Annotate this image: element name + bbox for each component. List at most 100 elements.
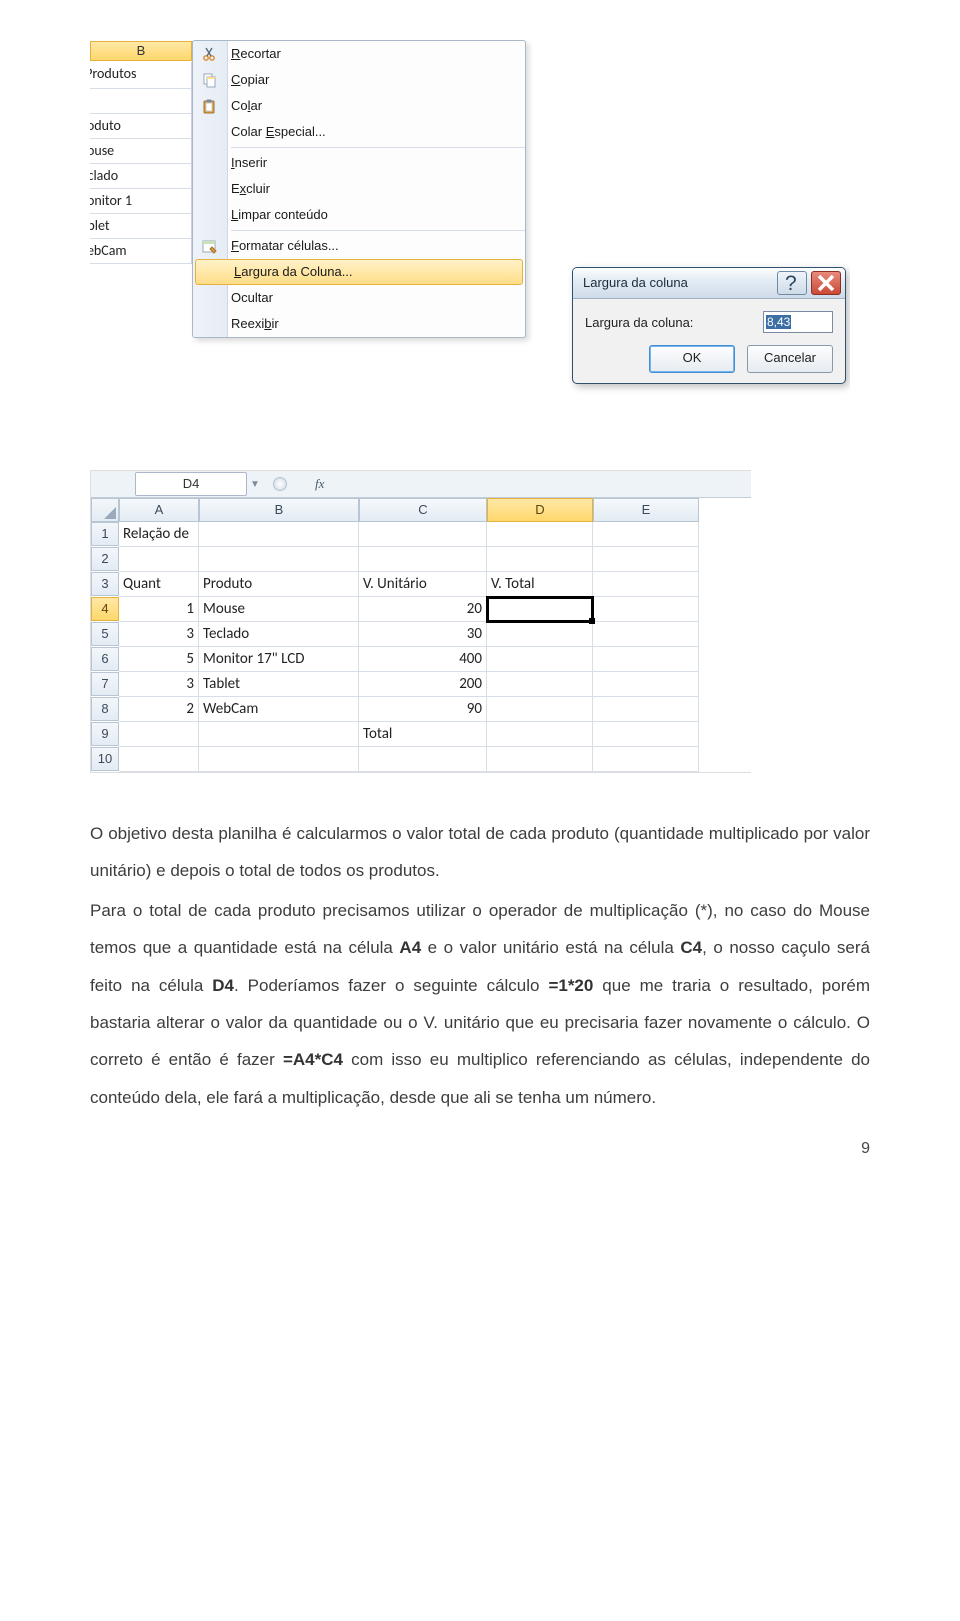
cell[interactable]: Produto (90, 114, 191, 139)
menu-item-label: Excluir (225, 176, 525, 202)
cell[interactable] (487, 647, 593, 672)
menu-item[interactable]: Colar Especial... (193, 119, 525, 145)
column-header[interactable]: D (487, 498, 593, 522)
cell[interactable]: 20 (359, 597, 487, 622)
cell[interactable]: 200 (359, 672, 487, 697)
cell[interactable] (199, 522, 359, 547)
cell[interactable] (359, 747, 487, 772)
fx-icon[interactable]: fx (315, 476, 324, 492)
menu-item[interactable]: Recortar (193, 41, 525, 67)
body-text: O objetivo desta planilha é calcularmos … (90, 815, 870, 1116)
menu-item[interactable]: Ocultar (193, 285, 525, 311)
menu-item[interactable]: Largura da Coluna... (195, 259, 523, 285)
cell[interactable] (593, 522, 699, 547)
cell[interactable]: e Produtos (90, 62, 191, 89)
menu-item[interactable]: Excluir (193, 176, 525, 202)
cell[interactable] (487, 622, 593, 647)
cell[interactable] (487, 747, 593, 772)
cell[interactable] (593, 747, 699, 772)
cell[interactable] (593, 647, 699, 672)
cell[interactable]: V. Total (487, 572, 593, 597)
cell[interactable]: 3 (119, 622, 199, 647)
cell[interactable]: 1 (119, 597, 199, 622)
cell[interactable]: Monitor 17" LCD (199, 647, 359, 672)
menu-item[interactable]: Inserir (193, 150, 525, 176)
cell[interactable]: Produto (199, 572, 359, 597)
menu-item-label: Reexibir (225, 311, 525, 337)
cell[interactable] (487, 672, 593, 697)
cell[interactable]: 5 (119, 647, 199, 672)
cell[interactable] (359, 547, 487, 572)
row-header[interactable]: 5 (91, 622, 119, 646)
menu-item[interactable]: Copiar (193, 67, 525, 93)
cell[interactable]: 3 (119, 672, 199, 697)
cancel-button[interactable]: Cancelar (747, 345, 833, 373)
cell[interactable]: Mouse (199, 597, 359, 622)
row-header[interactable]: 4 (91, 597, 119, 621)
cell[interactable]: 400 (359, 647, 487, 672)
cell[interactable]: Monitor 1 (90, 189, 191, 214)
cell[interactable] (593, 622, 699, 647)
cell[interactable] (593, 547, 699, 572)
menu-item-label: Colar (225, 93, 525, 119)
column-header[interactable]: B (199, 498, 359, 522)
cell[interactable]: Mouse (90, 139, 191, 164)
cell[interactable]: 2 (119, 697, 199, 722)
name-box-dropdown-icon[interactable]: ▼ (247, 479, 263, 490)
cell[interactable] (487, 597, 593, 622)
cell[interactable] (487, 522, 593, 547)
row-header[interactable]: 1 (91, 522, 119, 546)
cell[interactable] (119, 547, 199, 572)
menu-separator (231, 147, 525, 148)
cell[interactable]: Relação de Produtos (119, 522, 199, 547)
name-box[interactable]: D4 (135, 472, 247, 496)
cell[interactable] (119, 722, 199, 747)
cell[interactable]: Total (359, 722, 487, 747)
close-button[interactable] (811, 271, 841, 295)
row-header[interactable]: 6 (91, 647, 119, 671)
cell[interactable] (199, 722, 359, 747)
cell[interactable] (593, 672, 699, 697)
cell[interactable] (359, 522, 487, 547)
cell[interactable] (487, 722, 593, 747)
cell[interactable] (90, 89, 191, 114)
column-header[interactable]: B (90, 41, 192, 61)
cell[interactable] (199, 747, 359, 772)
cell[interactable] (199, 547, 359, 572)
column-header[interactable]: E (593, 498, 699, 522)
row-header[interactable]: 7 (91, 672, 119, 696)
cell[interactable]: V. Unitário (359, 572, 487, 597)
column-header[interactable]: C (359, 498, 487, 522)
help-button[interactable]: ? (777, 271, 807, 295)
cell[interactable] (487, 697, 593, 722)
row-header[interactable]: 3 (91, 572, 119, 596)
row-header[interactable]: 9 (91, 722, 119, 746)
cell[interactable]: WebCam (199, 697, 359, 722)
menu-item[interactable]: Reexibir (193, 311, 525, 337)
row-header[interactable]: 10 (91, 747, 119, 771)
column-width-input[interactable]: 8,43 (763, 311, 833, 333)
menu-item[interactable]: Formatar células... (193, 233, 525, 259)
cell[interactable] (593, 572, 699, 597)
column-header[interactable]: A (119, 498, 199, 522)
select-all-corner[interactable] (91, 498, 119, 522)
cell[interactable] (487, 547, 593, 572)
cell[interactable]: Tablet (199, 672, 359, 697)
cell[interactable]: 30 (359, 622, 487, 647)
row-header[interactable]: 8 (91, 697, 119, 721)
cell[interactable] (593, 722, 699, 747)
cell[interactable]: WebCam (90, 239, 191, 264)
cell[interactable]: Teclado (90, 164, 191, 189)
cell[interactable]: Teclado (199, 622, 359, 647)
cell[interactable]: 90 (359, 697, 487, 722)
cell[interactable] (119, 747, 199, 772)
cell[interactable] (593, 597, 699, 622)
cell[interactable]: Quant (119, 572, 199, 597)
formula-bar[interactable] (324, 473, 334, 495)
cell[interactable]: Tablet (90, 214, 191, 239)
row-header[interactable]: 2 (91, 547, 119, 571)
menu-item[interactable]: Limpar conteúdo (193, 202, 525, 228)
ok-button[interactable]: OK (649, 345, 735, 373)
cell[interactable] (593, 697, 699, 722)
menu-item[interactable]: Colar (193, 93, 525, 119)
